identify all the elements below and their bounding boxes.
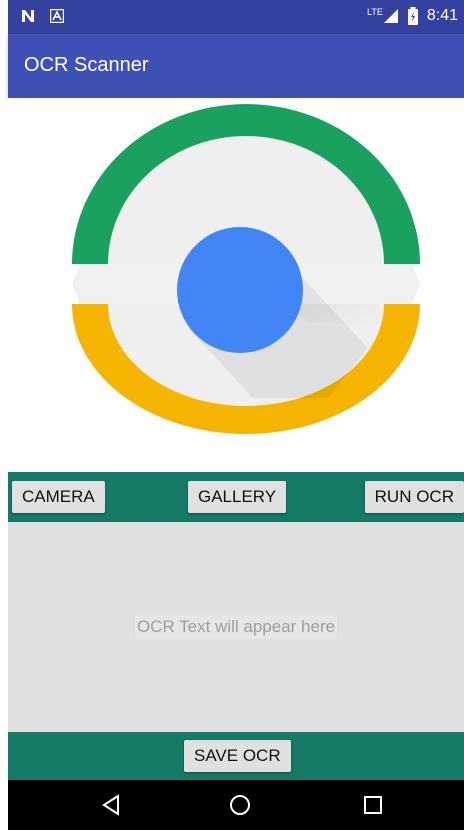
back-icon[interactable] xyxy=(98,792,124,818)
n-notification-icon xyxy=(22,10,34,22)
battery-icon xyxy=(407,7,418,25)
run-ocr-button[interactable]: RUN OCR xyxy=(364,481,464,513)
navigation-bar xyxy=(8,780,464,830)
app-title: OCR Scanner xyxy=(24,54,149,76)
camera-button[interactable]: CAMERA xyxy=(12,481,105,513)
controls-bar: CAMERA GALLERY RUN OCR xyxy=(8,472,464,522)
hero-area xyxy=(8,98,464,472)
gallery-button[interactable]: GALLERY xyxy=(188,481,287,513)
recents-icon[interactable] xyxy=(360,792,386,818)
ocr-logo-icon xyxy=(72,104,420,434)
a-notification-icon xyxy=(50,9,64,23)
ocr-placeholder: OCR Text will appear here xyxy=(134,615,338,639)
app-bar: OCR Scanner xyxy=(8,34,464,98)
ocr-text-area[interactable]: OCR Text will appear here xyxy=(8,522,464,732)
status-time: 8:41 xyxy=(426,7,458,24)
lte-label: LTE xyxy=(367,7,383,17)
save-bar: SAVE OCR xyxy=(8,732,464,780)
signal-icon xyxy=(383,9,398,23)
status-bar: LTE 8:41 xyxy=(8,0,464,34)
save-ocr-button[interactable]: SAVE OCR xyxy=(184,740,291,772)
home-icon[interactable] xyxy=(227,792,253,818)
